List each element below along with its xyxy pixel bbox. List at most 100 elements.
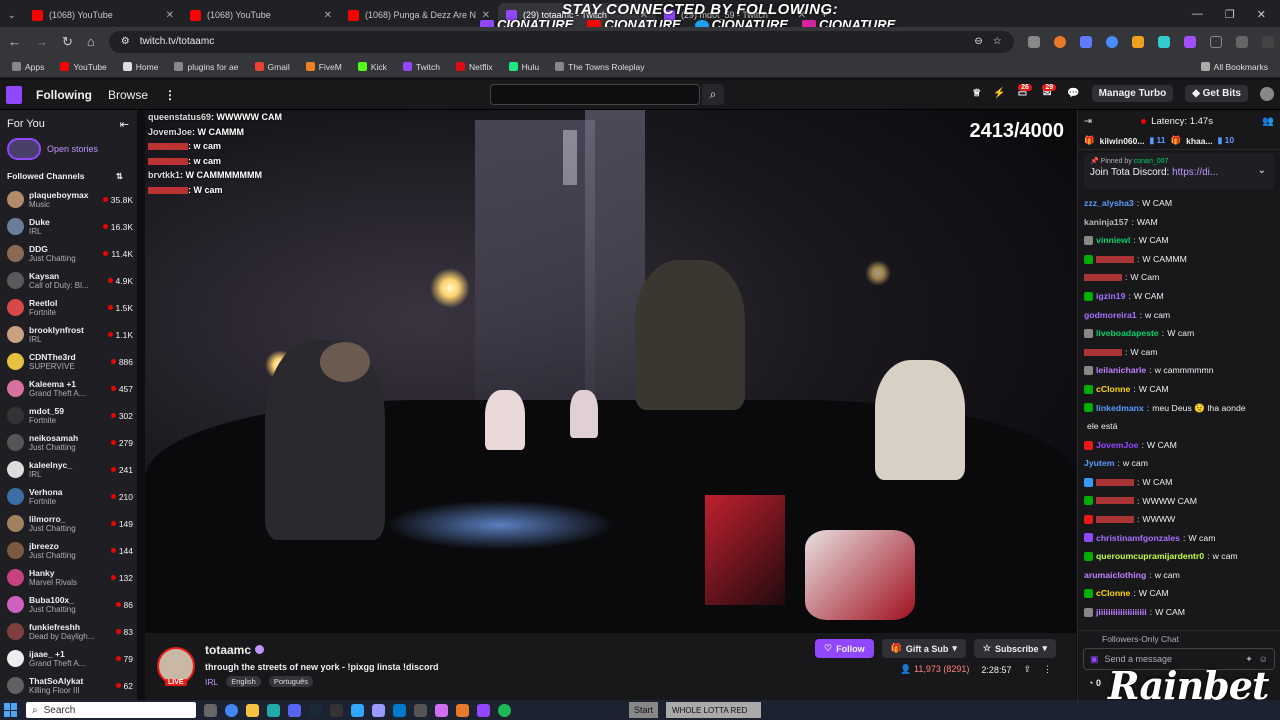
extension-icon[interactable]	[1105, 35, 1118, 48]
premiere-icon[interactable]	[372, 703, 385, 717]
tab-close-icon[interactable]: ✕	[324, 10, 332, 21]
browser-tab[interactable]: (1068) Punga & Dezz Are No L✕	[340, 3, 498, 27]
file-explorer-icon[interactable]	[246, 703, 259, 717]
community-icon[interactable]: 👥	[1262, 116, 1274, 127]
extensions-puzzle-icon[interactable]	[1235, 35, 1248, 48]
user-avatar[interactable]	[1260, 86, 1274, 101]
nav-browse[interactable]: Browse	[108, 88, 148, 102]
app-icon[interactable]	[330, 703, 343, 717]
extension-icon[interactable]	[1183, 35, 1196, 48]
more-options-icon[interactable]: ⋮	[1043, 664, 1052, 675]
close-icon[interactable]: ✕	[1257, 8, 1266, 21]
task-view-icon[interactable]	[204, 703, 217, 717]
chat-username[interactable]	[1096, 255, 1134, 263]
video-player[interactable]: queenstatus69: WWWWW CAM JovemJoe: W CAMM…	[145, 110, 1076, 633]
chat-username[interactable]: liveboadapeste	[1096, 324, 1159, 343]
bookmark[interactable]: Apps	[12, 62, 44, 72]
chat-username[interactable]: zzz_alysha3	[1084, 194, 1134, 213]
bookmark-star-icon[interactable]: ☆	[993, 36, 1002, 47]
app-icon[interactable]	[456, 703, 469, 717]
streamer-name[interactable]: totaamc	[205, 643, 265, 657]
chat-username[interactable]: queroumcupramijardentr0	[1096, 547, 1204, 566]
collapse-sidebar-icon[interactable]: ⇤	[120, 118, 129, 131]
prime-crown-icon[interactable]: ♕	[972, 88, 981, 99]
subscribe-button[interactable]: ☆ Subscribe ▾	[973, 639, 1056, 658]
chat-identity-icon[interactable]: ▣	[1090, 654, 1099, 665]
notifications-icon[interactable]: ▭26	[1018, 84, 1041, 99]
sidebar-channel[interactable]: DDG Just Chatting 11.4K	[0, 240, 137, 267]
pinned-link[interactable]: https://di...	[1172, 167, 1218, 178]
nav-more-icon[interactable]: ⋮	[164, 88, 176, 102]
spotify-icon[interactable]	[498, 703, 511, 717]
inbox-icon[interactable]: ✉29	[1042, 84, 1065, 99]
drops-icon[interactable]: ⚡	[993, 88, 1005, 99]
chat-username[interactable]: JovemJoe	[1096, 436, 1139, 455]
chat-username[interactable]: vinniewl	[1096, 231, 1130, 250]
chat-username[interactable]: cClonne	[1096, 584, 1130, 603]
taskbar-search[interactable]: ⌕ Search	[26, 702, 196, 718]
sidebar-channel[interactable]: Reetlol Fortnite 1.5K	[0, 294, 137, 321]
browser-tab[interactable]: (1068) YouTube ✕	[24, 3, 182, 27]
bookmark[interactable]: Gmail	[254, 62, 290, 72]
chat-username[interactable]: kaninja157	[1084, 213, 1128, 232]
sidebar-channel[interactable]: ThatSoAlykat Killing Floor III 62	[0, 672, 137, 699]
tag[interactable]: English	[226, 676, 261, 687]
sidebar-channel[interactable]: brooklynfrost IRL 1.1K	[0, 321, 137, 348]
chat-username[interactable]: leilanicharle	[1096, 361, 1146, 380]
bookmark[interactable]: Twitch	[402, 62, 440, 72]
app-icon[interactable]	[414, 703, 427, 717]
all-bookmarks[interactable]: All Bookmarks	[1200, 62, 1268, 72]
home-icon[interactable]: ⌂	[87, 34, 95, 49]
chat-username[interactable]	[1096, 497, 1134, 505]
chat-username[interactable]: igzin19	[1096, 287, 1125, 306]
tag[interactable]: Português	[268, 676, 314, 687]
bookmark[interactable]: Home	[122, 62, 158, 72]
sidebar-channel[interactable]: kaleelnyc_ IRL 241	[0, 456, 137, 483]
bookmark[interactable]: FiveM	[305, 62, 342, 72]
chat-username[interactable]	[1096, 478, 1134, 486]
app-icon[interactable]	[267, 703, 280, 717]
collapse-chat-icon[interactable]: ⇥	[1084, 116, 1092, 127]
now-playing[interactable]: WHOLE LOTTA RED	[666, 702, 762, 718]
back-icon[interactable]: ←	[8, 34, 21, 49]
sidebar-channel[interactable]: Verhona Fortnite 210	[0, 483, 137, 510]
sidebar-channel[interactable]: Kaysan Call of Duty: Bl... 4.9K	[0, 267, 137, 294]
category-link[interactable]: IRL	[205, 677, 218, 687]
sidebar-channel[interactable]: lilmorro_ Just Chatting 149	[0, 510, 137, 537]
chat-username[interactable]: linkedmanx	[1096, 399, 1144, 418]
sidebar-channel[interactable]: plaqueboymax Music 35.8K	[0, 186, 137, 213]
url-field[interactable]: ⚙ twitch.tv/totaamc ⊖ ☆	[108, 30, 1014, 53]
nav-following[interactable]: Following	[36, 88, 92, 102]
chrome-icon[interactable]	[225, 703, 238, 717]
sidebar-icon[interactable]	[1261, 35, 1274, 48]
chat-username[interactable]: jiiiiiiiiiiiiiiiiiiii	[1096, 603, 1147, 622]
sort-icon[interactable]: ⇅	[116, 171, 123, 182]
extension-icon[interactable]	[1079, 35, 1092, 48]
sidebar-channel[interactable]: mdot_59 Fortnite 302	[0, 402, 137, 429]
tab-search-button[interactable]: ⌄	[0, 3, 24, 27]
search-icon[interactable]: ⌕	[702, 84, 724, 105]
extension-icon[interactable]	[1157, 35, 1170, 48]
extension-icon[interactable]	[1027, 35, 1040, 48]
chat-username[interactable]: christinamfgonzales	[1096, 529, 1180, 548]
chat-username[interactable]: cClonne	[1096, 380, 1130, 399]
reload-icon[interactable]: ↻	[62, 34, 73, 50]
extension-icon[interactable]	[1053, 35, 1066, 48]
chat-username[interactable]: Jyutem	[1084, 454, 1114, 473]
gifter-name[interactable]: kilwin060...	[1100, 136, 1145, 146]
sidebar-channel[interactable]: neikosamah Just Chatting 279	[0, 429, 137, 456]
gift-sub-button[interactable]: 🎁 Gift a Sub ▾	[881, 639, 966, 658]
extension-icon[interactable]	[1209, 35, 1222, 48]
sidebar-channel[interactable]: jbreezo Just Chatting 144	[0, 537, 137, 564]
bookmark[interactable]: YouTube	[60, 62, 107, 72]
photoshop-icon[interactable]	[351, 703, 364, 717]
steam-icon[interactable]	[309, 703, 322, 717]
bookmark[interactable]: Hulu	[508, 62, 539, 72]
vscode-icon[interactable]	[393, 703, 406, 717]
twitch-icon[interactable]	[477, 703, 490, 717]
sidebar-channel[interactable]: Kaleema +1 Grand Theft A... 457	[0, 375, 137, 402]
sidebar-channel[interactable]: ijaae_ +1 Grand Theft A... 79	[0, 645, 137, 672]
chat-username[interactable]	[1084, 274, 1122, 282]
whispers-icon[interactable]: 💬	[1067, 88, 1079, 99]
bookmark[interactable]: Netflix	[456, 62, 493, 72]
